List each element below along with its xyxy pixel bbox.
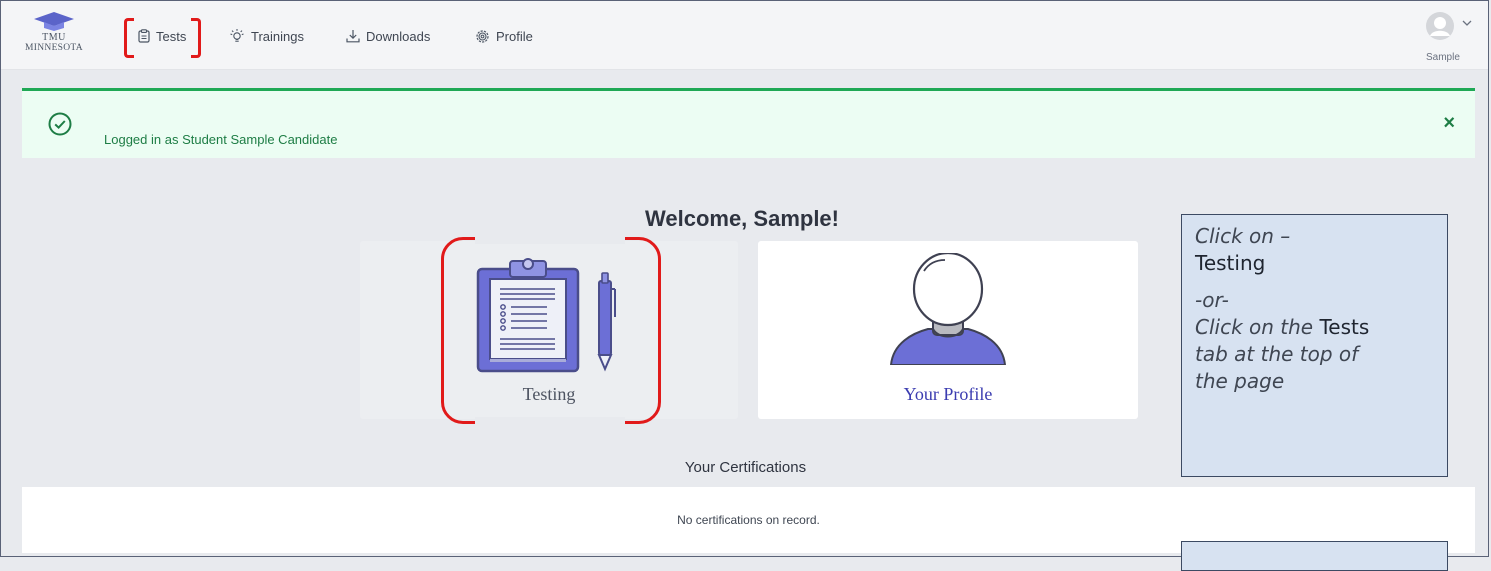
logo-line2: MINNESOTA xyxy=(25,43,83,53)
tests-highlight-left-bracket xyxy=(124,18,134,58)
chevron-down-icon xyxy=(1462,20,1472,26)
logo-line1: TMU xyxy=(42,32,66,43)
highlight-gap-bottom xyxy=(475,417,625,429)
nav-trainings-label: Trainings xyxy=(251,28,304,44)
callout-line-6: the page xyxy=(1195,369,1285,393)
top-navbar: TMU MINNESOTA Tests Trainings Downloads … xyxy=(1,1,1488,70)
tmu-logo[interactable]: TMU MINNESOTA xyxy=(7,11,101,63)
person-illustration xyxy=(889,253,1007,365)
nav-downloads-label: Downloads xyxy=(366,28,431,44)
nav-downloads-tab[interactable]: Downloads xyxy=(346,26,430,46)
callout-line-1: Click on – xyxy=(1195,224,1291,248)
callout-line-2: Testing xyxy=(1195,251,1266,275)
nav-tests-label: Tests xyxy=(156,28,187,44)
callout-line-4-prefix: Click on the xyxy=(1195,315,1320,339)
nav-trainings-tab[interactable]: Trainings xyxy=(229,26,304,46)
callout-line-4: Click on the Tests xyxy=(1195,314,1447,341)
graduation-cap-icon xyxy=(34,12,74,31)
close-icon[interactable]: × xyxy=(1443,113,1455,133)
instruction-callout: Click on – Testing -or- Click on the Tes… xyxy=(1181,214,1448,477)
tests-highlight-right-bracket xyxy=(191,18,201,58)
testing-highlight-box xyxy=(441,237,661,424)
callout-line-5: tab at the top of xyxy=(1195,342,1359,366)
certifications-empty-message: No certifications on record. xyxy=(677,513,820,527)
nav-profile-label: Profile xyxy=(496,28,533,44)
highlight-gap-top xyxy=(475,232,625,244)
user-name: Sample xyxy=(1426,52,1460,63)
check-circle-icon xyxy=(48,112,72,136)
secondary-callout xyxy=(1181,541,1448,571)
callout-line-3: -or- xyxy=(1195,288,1229,312)
profile-card[interactable]: Your Profile xyxy=(758,241,1138,419)
avatar-icon xyxy=(1426,12,1454,40)
callout-line-4-bold: Tests xyxy=(1319,315,1370,339)
nav-profile-tab[interactable]: Profile xyxy=(475,26,533,46)
nav-tests-tab[interactable]: Tests xyxy=(138,26,186,46)
download-icon xyxy=(346,30,360,43)
profile-card-label: Your Profile xyxy=(903,384,993,404)
gear-icon xyxy=(476,29,489,43)
login-success-alert: Logged in as Student Sample Candidate × xyxy=(22,88,1475,158)
welcome-heading: Welcome, Sample! xyxy=(645,206,839,231)
clipboard-icon xyxy=(138,29,150,43)
lightbulb-icon xyxy=(230,29,244,42)
alert-message: Logged in as Student Sample Candidate xyxy=(104,132,338,147)
user-menu[interactable]: Sample xyxy=(1416,11,1474,63)
